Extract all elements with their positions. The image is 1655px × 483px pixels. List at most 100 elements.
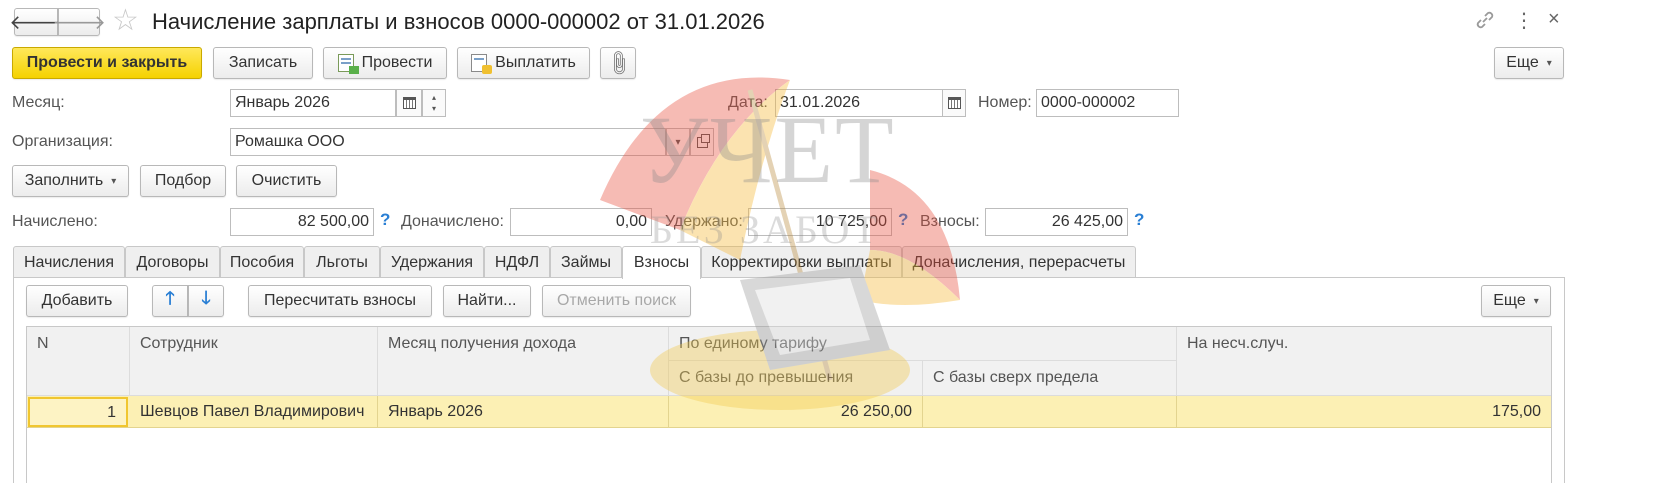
stepper-up-icon[interactable]: ▴: [432, 92, 436, 103]
column-header-accident[interactable]: На несч.случ.: [1177, 327, 1551, 396]
column-header-below-limit[interactable]: С базы до превышения: [669, 361, 923, 396]
date-field[interactable]: 31.01.2026: [775, 89, 943, 117]
tab-label: Взносы: [633, 254, 690, 271]
find-label: Найти...: [457, 292, 517, 309]
month-label: Месяц:: [12, 94, 65, 111]
tab-label: Корректировки выплаты: [711, 253, 892, 271]
fill-button[interactable]: Заполнить ▾: [12, 165, 129, 197]
more-label: Еще: [1506, 54, 1539, 71]
withheld-field: 10 725,00: [748, 208, 892, 236]
date-calendar-button[interactable]: [942, 89, 966, 117]
tab-label: Займы: [561, 253, 611, 271]
tab-label: Пособия: [229, 253, 295, 271]
month-field[interactable]: Январь 2026: [230, 89, 396, 117]
forward-button[interactable]: 🡒: [52, 8, 106, 36]
column-header-n[interactable]: N: [27, 327, 130, 396]
chevron-down-icon: ▾: [1546, 57, 1552, 69]
move-up-button[interactable]: 🡑: [152, 285, 188, 317]
tab-ndfl[interactable]: НДФЛ: [484, 246, 550, 278]
chevron-down-icon: ▾: [675, 136, 681, 148]
post-and-close-button[interactable]: Провести и закрыть: [12, 47, 202, 79]
add-label: Добавить: [41, 292, 113, 309]
attach-button[interactable]: 📎︎: [600, 47, 636, 79]
contributions-help-icon[interactable]: ?: [1134, 210, 1144, 230]
row-n-cell[interactable]: 1: [28, 397, 128, 427]
tab-recalculations[interactable]: Доначисления, перерасчеты: [902, 246, 1136, 278]
tab-contributions[interactable]: Взносы: [622, 246, 701, 279]
calendar-button[interactable]: [396, 89, 422, 117]
organization-open-button[interactable]: [690, 128, 714, 156]
row-above-limit-cell[interactable]: [923, 396, 1177, 428]
close-icon[interactable]: ×: [1548, 8, 1560, 31]
post-label: Провести: [361, 54, 433, 71]
tab-deductions[interactable]: Удержания: [380, 246, 484, 278]
additional-field: 0,00: [510, 208, 652, 236]
select-button[interactable]: Подбор: [140, 165, 226, 197]
menu-kebab-icon[interactable]: ⋮: [1514, 8, 1534, 33]
calendar-icon: [402, 97, 416, 109]
row-employee-cell[interactable]: Шевцов Павел Владимирович: [130, 396, 378, 428]
table-more-button[interactable]: Еще ▾: [1481, 285, 1551, 317]
row-below-limit-cell[interactable]: 26 250,00: [669, 396, 923, 428]
tab-payment-corrections[interactable]: Корректировки выплаты: [701, 246, 902, 278]
post-document-icon: [337, 54, 359, 74]
column-header-single-rate[interactable]: По единому тарифу: [669, 327, 1177, 361]
save-button[interactable]: Записать: [213, 47, 313, 79]
arrow-right-icon: 🡒: [52, 11, 106, 34]
tab-label: Договоры: [136, 253, 209, 271]
more-button[interactable]: Еще ▾: [1494, 47, 1564, 79]
find-button[interactable]: Найти...: [443, 285, 531, 317]
move-down-button[interactable]: 🡓: [188, 285, 224, 317]
column-header-income-month[interactable]: Месяц получения дохода: [378, 327, 669, 396]
organization-dropdown-button[interactable]: ▾: [666, 128, 690, 156]
withheld-help-icon[interactable]: ?: [898, 210, 908, 230]
tab-label: НДФЛ: [494, 253, 540, 271]
number-field[interactable]: 0000-000002: [1036, 89, 1179, 117]
tab-label: Льготы: [316, 253, 368, 271]
save-label: Записать: [228, 54, 298, 71]
accrued-label: Начислено:: [12, 213, 98, 230]
column-header-employee[interactable]: Сотрудник: [130, 327, 378, 396]
recalculate-label: Пересчитать взносы: [264, 292, 416, 309]
post-button[interactable]: Провести: [323, 47, 447, 79]
clear-button[interactable]: Очистить: [236, 165, 337, 197]
tab-benefits[interactable]: Пособия: [220, 246, 304, 278]
organization-field[interactable]: Ромашка ООО: [230, 128, 666, 156]
link-icon[interactable]: [1475, 10, 1495, 35]
select-label: Подбор: [154, 172, 212, 189]
tab-label: Доначисления, перерасчеты: [912, 253, 1126, 271]
fill-label: Заполнить: [24, 172, 104, 189]
tab-label: Удержания: [390, 253, 474, 271]
clear-label: Очистить: [251, 172, 322, 189]
month-stepper[interactable]: ▴ ▾: [422, 89, 446, 117]
row-accident-cell[interactable]: 175,00: [1177, 396, 1551, 428]
chevron-down-icon: ▾: [111, 175, 117, 187]
add-button[interactable]: Добавить: [26, 285, 128, 317]
chevron-down-icon: ▾: [1533, 295, 1539, 307]
column-header-above-limit[interactable]: С базы сверх предела: [923, 361, 1177, 396]
number-label: Номер:: [978, 94, 1032, 111]
row-income-month-cell[interactable]: Январь 2026: [378, 396, 669, 428]
payment-document-icon: [471, 54, 493, 74]
favorite-star-icon[interactable]: ☆: [112, 4, 139, 38]
pay-button[interactable]: Выплатить: [457, 47, 590, 79]
tab-accruals[interactable]: Начисления: [13, 246, 125, 278]
open-form-icon: [696, 133, 710, 148]
tab-loans[interactable]: Займы: [550, 246, 622, 278]
contributions-field: 26 425,00: [985, 208, 1128, 236]
accrued-help-icon[interactable]: ?: [380, 210, 390, 230]
recalculate-contributions-button[interactable]: Пересчитать взносы: [248, 285, 432, 317]
contributions-label: Взносы:: [920, 213, 980, 230]
stepper-down-icon[interactable]: ▾: [432, 103, 436, 114]
date-label: Дата:: [728, 94, 768, 111]
tab-contracts[interactable]: Договоры: [125, 246, 220, 278]
page-title: Начисление зарплаты и взносов 0000-00000…: [152, 9, 765, 34]
post-and-close-label: Провести и закрыть: [26, 54, 188, 71]
cancel-search-button[interactable]: Отменить поиск: [542, 285, 691, 317]
accrued-field: 82 500,00: [230, 208, 374, 236]
arrow-down-icon: 🡓: [201, 288, 211, 308]
pay-label: Выплатить: [495, 54, 576, 71]
additional-label: Доначислено:: [401, 213, 504, 230]
tab-privileges[interactable]: Льготы: [304, 246, 380, 278]
tab-label: Начисления: [23, 253, 115, 271]
